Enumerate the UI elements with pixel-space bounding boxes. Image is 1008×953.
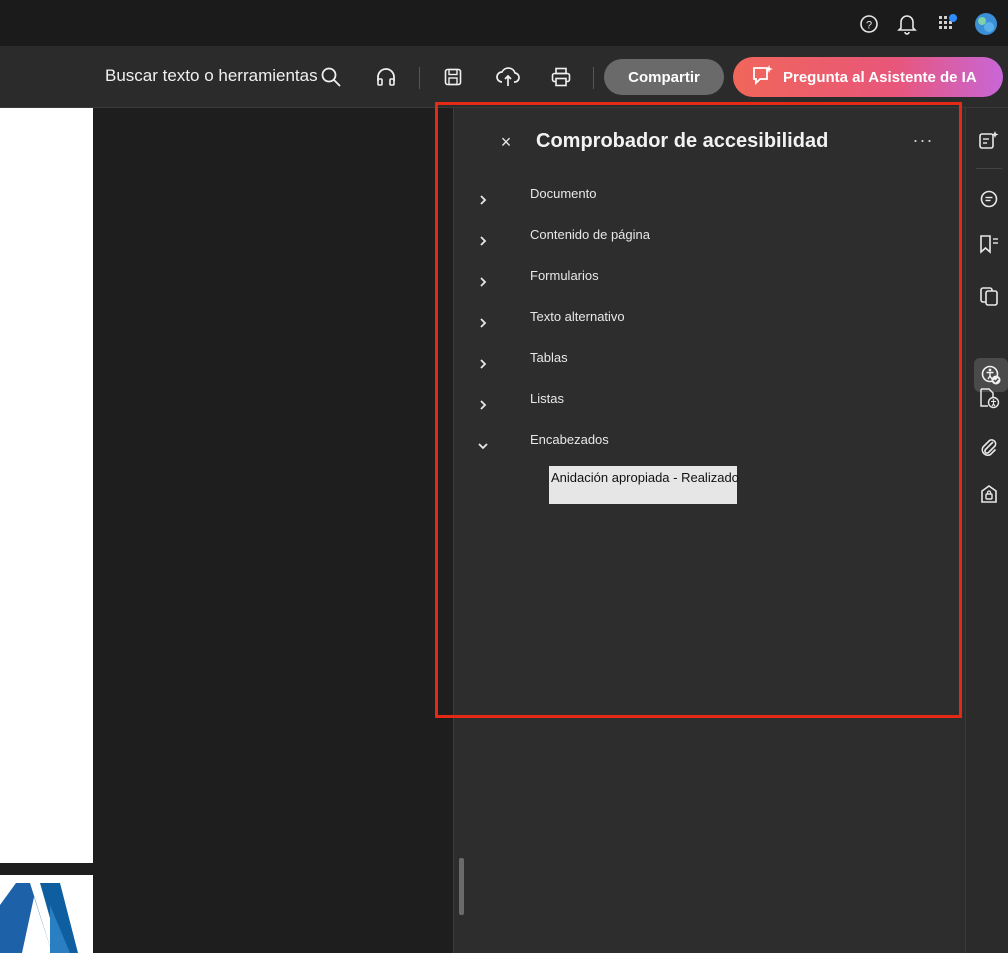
help-icon[interactable]: ?: [857, 12, 881, 36]
system-bar: ?: [0, 0, 1008, 46]
section-label: Encabezados: [530, 432, 609, 447]
upload-icon[interactable]: [494, 63, 522, 91]
chevron-right-icon: [476, 316, 490, 330]
page-gap: [0, 863, 93, 875]
apps-icon[interactable]: [936, 12, 960, 36]
section-label: Documento: [530, 186, 597, 201]
section-documento[interactable]: Documento: [470, 183, 940, 217]
chevron-down-icon: [476, 439, 490, 453]
document-page[interactable]: [0, 108, 93, 863]
accessibility-tags-icon[interactable]: [976, 385, 1002, 411]
ai-assistant-button[interactable]: Pregunta al Asistente de IA: [733, 57, 1003, 97]
chevron-right-icon: [476, 357, 490, 371]
comment-icon[interactable]: [976, 186, 1002, 212]
chevron-right-icon: [476, 234, 490, 248]
section-label: Texto alternativo: [530, 309, 625, 324]
search-label[interactable]: Buscar texto o herramientas: [105, 66, 318, 86]
ai-assistant-label: Pregunta al Asistente de IA: [783, 68, 977, 86]
panel-resize-handle[interactable]: [459, 858, 464, 915]
close-icon[interactable]: ×: [495, 131, 517, 153]
attachment-icon[interactable]: [976, 434, 1002, 460]
section-label: Contenido de página: [530, 227, 650, 242]
section-tablas[interactable]: Tablas: [470, 347, 940, 381]
print-icon[interactable]: [547, 63, 575, 91]
check-result-item[interactable]: Anidación apropiada - Realizado: [549, 466, 739, 504]
security-icon[interactable]: [976, 481, 1002, 507]
ai-assistant-icon[interactable]: [976, 128, 1002, 154]
save-icon[interactable]: [439, 63, 467, 91]
chevron-right-icon: [476, 193, 490, 207]
rail-divider: [976, 168, 1002, 169]
chevron-right-icon: [476, 398, 490, 412]
bell-icon[interactable]: [895, 12, 919, 36]
section-contenido-de-pagina[interactable]: Contenido de página: [470, 224, 940, 258]
section-encabezados[interactable]: Encabezados: [470, 429, 940, 463]
section-texto-alternativo[interactable]: Texto alternativo: [470, 306, 940, 340]
pages-icon[interactable]: [976, 283, 1002, 309]
section-label: Tablas: [530, 350, 568, 365]
section-label: Formularios: [530, 268, 599, 283]
toolbar: Buscar texto o herramientas Compartir Pr…: [0, 46, 1008, 108]
read-aloud-icon[interactable]: [372, 63, 400, 91]
document-canvas: [93, 108, 453, 953]
toolbar-divider: [419, 67, 420, 89]
search-icon[interactable]: [317, 63, 345, 91]
more-options-icon[interactable]: ···: [908, 130, 938, 152]
chevron-right-icon: [476, 275, 490, 289]
share-button[interactable]: Compartir: [604, 59, 724, 95]
section-label: Listas: [530, 391, 564, 406]
svg-text:?: ?: [866, 20, 872, 32]
section-listas[interactable]: Listas: [470, 388, 940, 422]
ai-sparkle-icon: [751, 64, 775, 90]
toolbar-divider: [593, 67, 594, 89]
bookmark-icon[interactable]: [976, 231, 1002, 257]
panel-title: Comprobador de accesibilidad: [536, 130, 829, 152]
avatar[interactable]: [974, 12, 998, 36]
document-page-image: [0, 875, 93, 953]
section-formularios[interactable]: Formularios: [470, 265, 940, 299]
